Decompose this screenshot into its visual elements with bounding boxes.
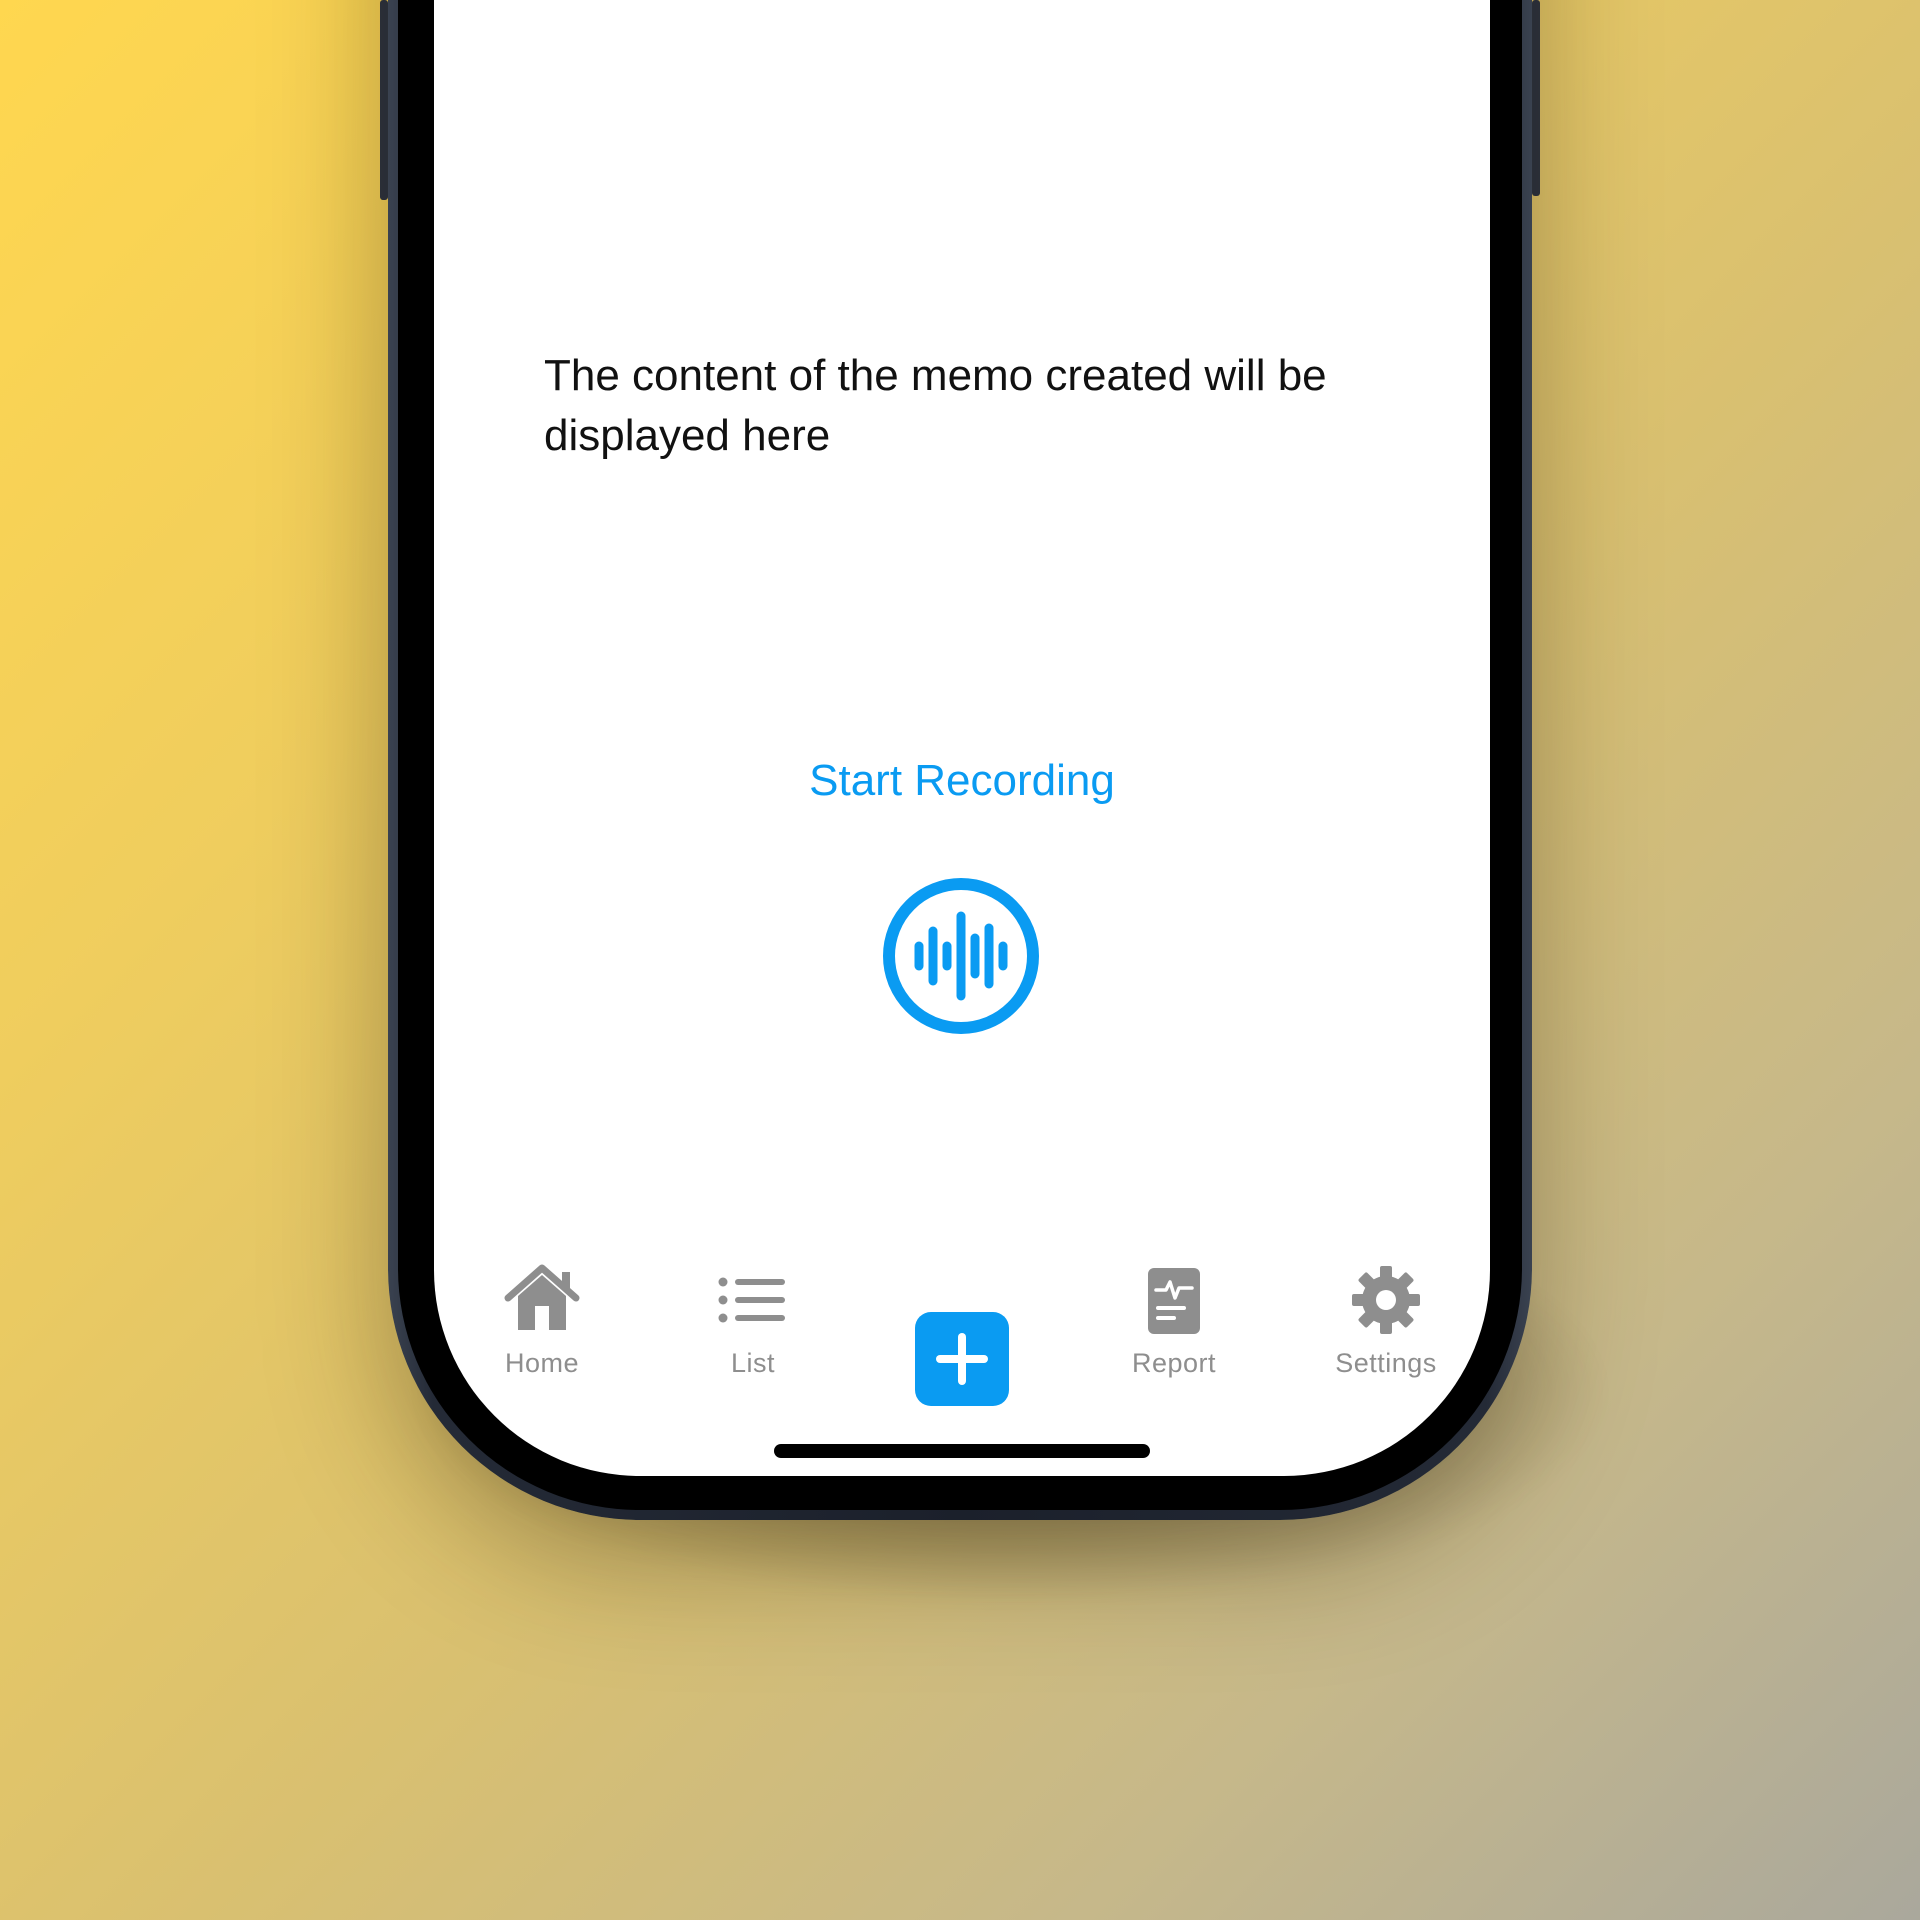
house-icon [504, 1264, 580, 1330]
home-indicator [774, 1444, 1150, 1458]
record-button[interactable] [881, 876, 1041, 1036]
list-icon [718, 1277, 785, 1323]
add-memo-button[interactable] [915, 1312, 1009, 1406]
tab-list-label: List [730, 1348, 776, 1378]
phone-side-button [1532, 0, 1540, 196]
tab-settings-label: Settings [1335, 1348, 1437, 1378]
report-icon [1148, 1268, 1200, 1334]
start-recording-button[interactable]: Start Recording [434, 756, 1490, 806]
tab-report-label: Report [1131, 1348, 1217, 1378]
tab-bar: Home List Report Settings [434, 1260, 1490, 1420]
phone-side-button [380, 0, 388, 200]
memo-content-text: The content of the memo created will be … [544, 351, 1327, 460]
app-screen: The content of the memo created will be … [434, 0, 1490, 1476]
waveform-circle-icon [883, 878, 1039, 1034]
tab-home-label: Home [504, 1348, 580, 1378]
tab-report[interactable]: Report [1084, 1260, 1264, 1400]
tab-settings[interactable]: Settings [1296, 1260, 1476, 1400]
tab-home[interactable]: Home [452, 1260, 632, 1400]
plus-icon [936, 1333, 988, 1385]
gear-icon [1352, 1266, 1420, 1334]
tab-list[interactable]: List [663, 1260, 843, 1400]
